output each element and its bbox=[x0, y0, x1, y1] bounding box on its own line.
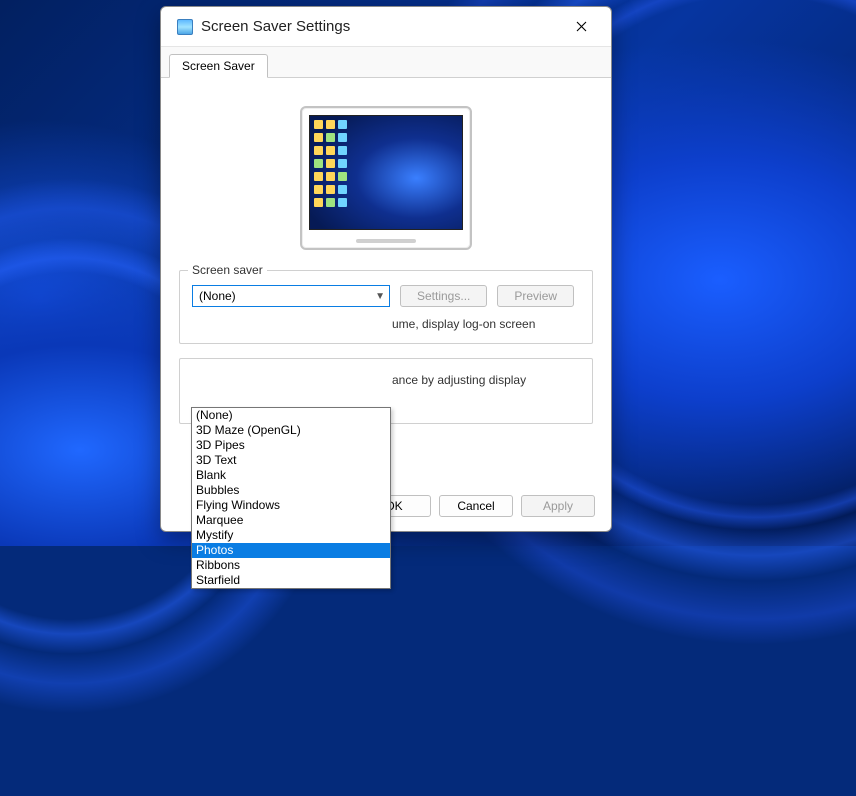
dialog-body: Screen saver (None) ▼ Settings... Previe… bbox=[161, 78, 611, 485]
dropdown-option[interactable]: 3D Text bbox=[192, 453, 390, 468]
tab-label: Screen Saver bbox=[182, 59, 255, 73]
dropdown-option[interactable]: (None) bbox=[192, 408, 390, 423]
dropdown-option[interactable]: Photos bbox=[192, 543, 390, 558]
screen-saver-dropdown[interactable]: (None)3D Maze (OpenGL)3D Pipes3D TextBla… bbox=[191, 407, 391, 589]
perf-text-fragment: ance by adjusting display bbox=[192, 373, 580, 387]
dropdown-option[interactable]: Flying Windows bbox=[192, 498, 390, 513]
dropdown-option[interactable]: Blank bbox=[192, 468, 390, 483]
close-icon bbox=[576, 21, 587, 32]
resume-text-fragment: ume, display log-on screen bbox=[192, 317, 580, 331]
button-label: Preview bbox=[514, 289, 557, 303]
dropdown-option[interactable]: Mystify bbox=[192, 528, 390, 543]
dropdown-option[interactable]: 3D Pipes bbox=[192, 438, 390, 453]
apply-button[interactable]: Apply bbox=[521, 495, 595, 517]
tab-screen-saver[interactable]: Screen Saver bbox=[169, 54, 268, 78]
window-title: Screen Saver Settings bbox=[201, 18, 563, 35]
preview-button[interactable]: Preview bbox=[497, 285, 574, 307]
screen-saver-settings-dialog: Screen Saver Settings Screen Saver Scree… bbox=[160, 6, 612, 532]
tabstrip: Screen Saver bbox=[161, 47, 611, 78]
group-label: Screen saver bbox=[188, 263, 267, 277]
settings-button[interactable]: Settings... bbox=[400, 285, 487, 307]
screen-saver-group: Screen saver (None) ▼ Settings... Previe… bbox=[179, 270, 593, 344]
chevron-down-icon: ▼ bbox=[375, 291, 385, 302]
button-label: Settings... bbox=[417, 289, 470, 303]
titlebar: Screen Saver Settings bbox=[161, 7, 611, 47]
desktop-icons-icon bbox=[314, 120, 347, 208]
screen-saver-row: (None) ▼ Settings... Preview bbox=[192, 285, 580, 307]
dropdown-option[interactable]: 3D Maze (OpenGL) bbox=[192, 423, 390, 438]
dropdown-option[interactable]: Marquee bbox=[192, 513, 390, 528]
dropdown-option[interactable]: Starfield bbox=[192, 573, 390, 588]
monitor-screen bbox=[309, 115, 463, 230]
window-icon bbox=[177, 19, 193, 35]
dropdown-option[interactable]: Ribbons bbox=[192, 558, 390, 573]
screen-saver-select[interactable]: (None) ▼ bbox=[192, 285, 390, 307]
dropdown-option[interactable]: Bubbles bbox=[192, 483, 390, 498]
monitor-preview-area bbox=[179, 88, 593, 256]
button-label: Apply bbox=[543, 499, 573, 513]
button-label: Cancel bbox=[457, 499, 494, 513]
monitor-frame bbox=[300, 106, 472, 250]
close-button[interactable] bbox=[563, 12, 599, 42]
combo-value: (None) bbox=[199, 289, 375, 303]
cancel-button[interactable]: Cancel bbox=[439, 495, 513, 517]
